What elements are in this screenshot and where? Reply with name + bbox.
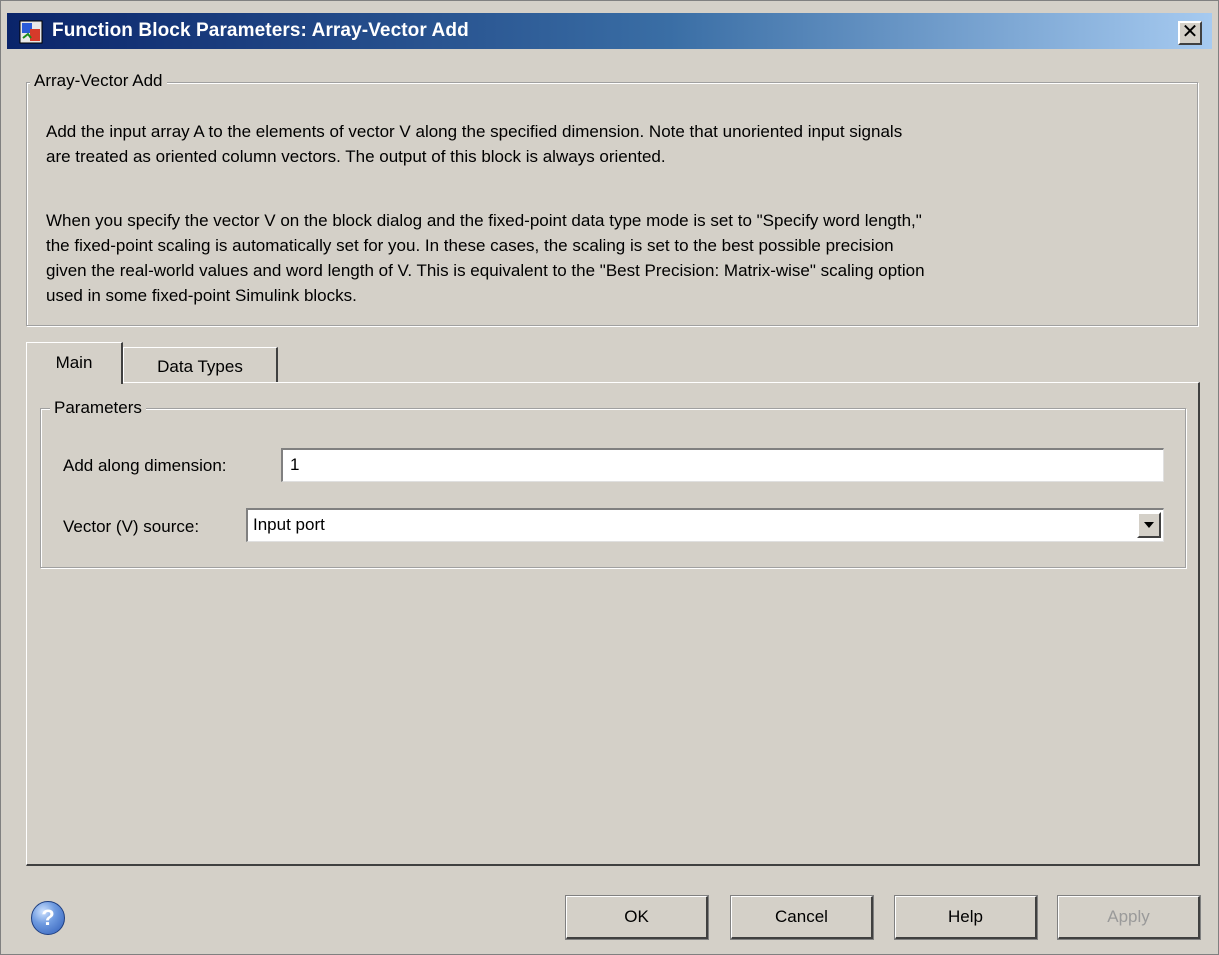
tab-data-types-label: Data Types <box>157 357 243 376</box>
help-button[interactable]: Help <box>895 896 1037 939</box>
add-along-dimension-field[interactable]: 1 <box>281 448 1164 482</box>
ok-button[interactable]: OK <box>566 896 708 939</box>
parameters-group <box>40 408 1186 568</box>
cancel-button[interactable]: Cancel <box>731 896 873 939</box>
close-icon[interactable]: ✕ <box>1178 21 1202 45</box>
add-along-dimension-label: Add along dimension: <box>63 456 227 475</box>
dialog-window: Function Block Parameters: Array-Vector … <box>0 0 1219 955</box>
apply-button[interactable]: Apply <box>1058 896 1200 939</box>
title-bar[interactable]: Function Block Parameters: Array-Vector … <box>7 13 1212 49</box>
description-paragraph-1: Add the input array A to the elements of… <box>46 122 903 166</box>
tab-data-types[interactable]: Data Types <box>123 347 278 382</box>
vector-source-value: Input port <box>253 515 325 534</box>
help-icon[interactable]: ? <box>31 901 65 935</box>
chevron-down-icon[interactable] <box>1137 512 1161 538</box>
tab-main-label: Main <box>55 353 93 372</box>
window-title: Function Block Parameters: Array-Vector … <box>52 20 469 41</box>
description-group-legend: Array-Vector Add <box>30 71 167 91</box>
tab-main[interactable]: Main <box>26 342 123 384</box>
add-along-dimension-value: 1 <box>290 455 300 474</box>
description-paragraph-2: When you specify the vector V on the blo… <box>46 211 925 305</box>
simulink-block-icon <box>19 20 43 44</box>
parameters-group-legend: Parameters <box>50 398 146 418</box>
vector-source-dropdown[interactable]: Input port <box>246 508 1164 542</box>
vector-source-label: Vector (V) source: <box>63 517 200 536</box>
